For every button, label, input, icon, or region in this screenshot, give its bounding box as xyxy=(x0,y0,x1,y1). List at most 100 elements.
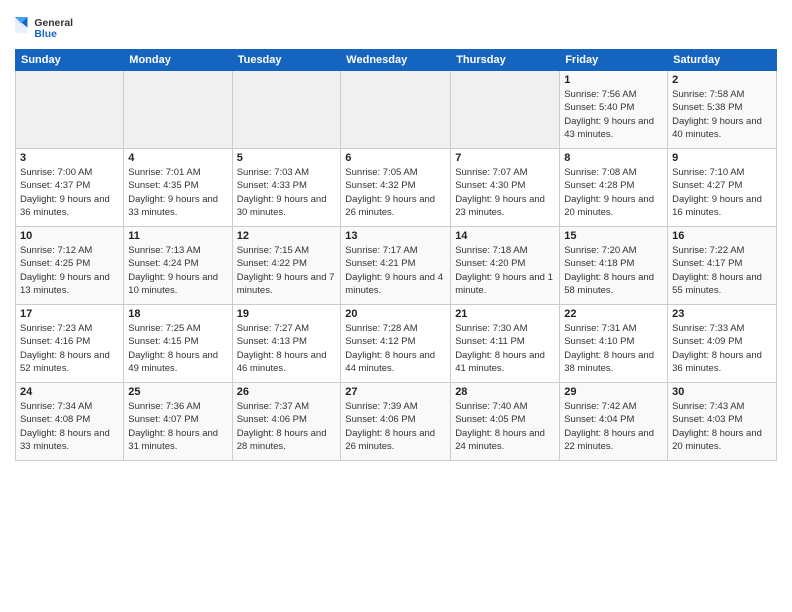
day-info: Sunrise: 7:20 AM Sunset: 4:18 PM Dayligh… xyxy=(564,244,663,297)
day-cell xyxy=(232,71,341,149)
day-number: 15 xyxy=(564,230,663,242)
day-info: Sunrise: 7:36 AM Sunset: 4:07 PM Dayligh… xyxy=(128,400,227,453)
day-info: Sunrise: 7:17 AM Sunset: 4:21 PM Dayligh… xyxy=(345,244,446,297)
day-info: Sunrise: 7:43 AM Sunset: 4:03 PM Dayligh… xyxy=(672,400,772,453)
logo-icon: GeneralBlue xyxy=(15,10,105,45)
week-row-3: 17 Sunrise: 7:23 AM Sunset: 4:16 PM Dayli… xyxy=(16,305,777,383)
day-number: 22 xyxy=(564,308,663,320)
day-info: Sunrise: 7:01 AM Sunset: 4:35 PM Dayligh… xyxy=(128,166,227,219)
day-cell xyxy=(16,71,124,149)
day-cell: 5 Sunrise: 7:03 AM Sunset: 4:33 PM Daylig… xyxy=(232,149,341,227)
weekday-header-saturday: Saturday xyxy=(668,50,777,71)
day-cell: 11 Sunrise: 7:13 AM Sunset: 4:24 PM Dayli… xyxy=(124,227,232,305)
week-row-1: 3 Sunrise: 7:00 AM Sunset: 4:37 PM Daylig… xyxy=(16,149,777,227)
day-info: Sunrise: 7:08 AM Sunset: 4:28 PM Dayligh… xyxy=(564,166,663,219)
day-cell xyxy=(341,71,451,149)
main-container: GeneralBlue SundayMondayTuesdayWednesday… xyxy=(0,0,792,466)
day-number: 30 xyxy=(672,386,772,398)
day-cell: 8 Sunrise: 7:08 AM Sunset: 4:28 PM Daylig… xyxy=(560,149,668,227)
week-row-4: 24Sunrise: 7:34 AM Sunset: 4:08 PM Dayli… xyxy=(16,383,777,461)
day-number: 25 xyxy=(128,386,227,398)
day-number: 24 xyxy=(20,386,119,398)
day-number: 19 xyxy=(237,308,337,320)
day-number: 9 xyxy=(672,152,772,164)
weekday-header-sunday: Sunday xyxy=(16,50,124,71)
day-cell: 3 Sunrise: 7:00 AM Sunset: 4:37 PM Daylig… xyxy=(16,149,124,227)
day-number: 5 xyxy=(237,152,337,164)
day-cell: 6 Sunrise: 7:05 AM Sunset: 4:32 PM Daylig… xyxy=(341,149,451,227)
day-number: 3 xyxy=(20,152,119,164)
day-cell: 18 Sunrise: 7:25 AM Sunset: 4:15 PM Dayli… xyxy=(124,305,232,383)
day-cell: 17 Sunrise: 7:23 AM Sunset: 4:16 PM Dayli… xyxy=(16,305,124,383)
weekday-header-thursday: Thursday xyxy=(451,50,560,71)
weekday-header-wednesday: Wednesday xyxy=(341,50,451,71)
day-cell: 21Sunrise: 7:30 AM Sunset: 4:11 PM Dayli… xyxy=(451,305,560,383)
day-info: Sunrise: 7:39 AM Sunset: 4:06 PM Dayligh… xyxy=(345,400,446,453)
week-row-0: 1 Sunrise: 7:56 AM Sunset: 5:40 PM Daylig… xyxy=(16,71,777,149)
day-cell: 15 Sunrise: 7:20 AM Sunset: 4:18 PM Dayli… xyxy=(560,227,668,305)
day-info: Sunrise: 7:03 AM Sunset: 4:33 PM Dayligh… xyxy=(237,166,337,219)
day-cell: 29 Sunrise: 7:42 AM Sunset: 4:04 PM Dayli… xyxy=(560,383,668,461)
day-cell: 14Sunrise: 7:18 AM Sunset: 4:20 PM Dayli… xyxy=(451,227,560,305)
day-number: 28 xyxy=(455,386,555,398)
day-info: Sunrise: 7:07 AM Sunset: 4:30 PM Dayligh… xyxy=(455,166,555,219)
weekday-header-friday: Friday xyxy=(560,50,668,71)
day-info: Sunrise: 7:37 AM Sunset: 4:06 PM Dayligh… xyxy=(237,400,337,453)
day-info: Sunrise: 7:05 AM Sunset: 4:32 PM Dayligh… xyxy=(345,166,446,219)
day-cell: 7 Sunrise: 7:07 AM Sunset: 4:30 PM Daylig… xyxy=(451,149,560,227)
weekday-header-row: SundayMondayTuesdayWednesdayThursdayFrid… xyxy=(16,50,777,71)
header: GeneralBlue xyxy=(15,10,777,45)
day-info: Sunrise: 7:23 AM Sunset: 4:16 PM Dayligh… xyxy=(20,322,119,375)
day-info: Sunrise: 7:56 AM Sunset: 5:40 PM Dayligh… xyxy=(564,88,663,141)
day-info: Sunrise: 7:31 AM Sunset: 4:10 PM Dayligh… xyxy=(564,322,663,375)
day-cell: 10 Sunrise: 7:12 AM Sunset: 4:25 PM Dayli… xyxy=(16,227,124,305)
day-number: 10 xyxy=(20,230,119,242)
day-cell: 2Sunrise: 7:58 AM Sunset: 5:38 PM Daylig… xyxy=(668,71,777,149)
day-cell: 13 Sunrise: 7:17 AM Sunset: 4:21 PM Dayli… xyxy=(341,227,451,305)
day-info: Sunrise: 7:25 AM Sunset: 4:15 PM Dayligh… xyxy=(128,322,227,375)
day-number: 13 xyxy=(345,230,446,242)
day-number: 27 xyxy=(345,386,446,398)
day-number: 12 xyxy=(237,230,337,242)
day-cell: 23 Sunrise: 7:33 AM Sunset: 4:09 PM Dayli… xyxy=(668,305,777,383)
day-cell: 4Sunrise: 7:01 AM Sunset: 4:35 PM Daylig… xyxy=(124,149,232,227)
day-number: 20 xyxy=(345,308,446,320)
day-number: 18 xyxy=(128,308,227,320)
day-cell: 20Sunrise: 7:28 AM Sunset: 4:12 PM Dayli… xyxy=(341,305,451,383)
logo: GeneralBlue xyxy=(15,10,105,45)
day-number: 26 xyxy=(237,386,337,398)
day-info: Sunrise: 7:30 AM Sunset: 4:11 PM Dayligh… xyxy=(455,322,555,375)
day-info: Sunrise: 7:27 AM Sunset: 4:13 PM Dayligh… xyxy=(237,322,337,375)
day-info: Sunrise: 7:13 AM Sunset: 4:24 PM Dayligh… xyxy=(128,244,227,297)
day-cell: 16Sunrise: 7:22 AM Sunset: 4:17 PM Dayli… xyxy=(668,227,777,305)
day-cell: 27 Sunrise: 7:39 AM Sunset: 4:06 PM Dayli… xyxy=(341,383,451,461)
day-info: Sunrise: 7:22 AM Sunset: 4:17 PM Dayligh… xyxy=(672,244,772,297)
day-cell: 28 Sunrise: 7:40 AM Sunset: 4:05 PM Dayli… xyxy=(451,383,560,461)
day-number: 11 xyxy=(128,230,227,242)
day-cell xyxy=(124,71,232,149)
day-number: 8 xyxy=(564,152,663,164)
day-cell: 26 Sunrise: 7:37 AM Sunset: 4:06 PM Dayli… xyxy=(232,383,341,461)
day-info: Sunrise: 7:58 AM Sunset: 5:38 PM Dayligh… xyxy=(672,88,772,141)
day-cell: 25 Sunrise: 7:36 AM Sunset: 4:07 PM Dayli… xyxy=(124,383,232,461)
day-info: Sunrise: 7:42 AM Sunset: 4:04 PM Dayligh… xyxy=(564,400,663,453)
day-cell xyxy=(451,71,560,149)
day-cell: 30 Sunrise: 7:43 AM Sunset: 4:03 PM Dayli… xyxy=(668,383,777,461)
day-cell: 1 Sunrise: 7:56 AM Sunset: 5:40 PM Daylig… xyxy=(560,71,668,149)
day-number: 29 xyxy=(564,386,663,398)
day-number: 17 xyxy=(20,308,119,320)
weekday-header-tuesday: Tuesday xyxy=(232,50,341,71)
day-info: Sunrise: 7:00 AM Sunset: 4:37 PM Dayligh… xyxy=(20,166,119,219)
day-number: 7 xyxy=(455,152,555,164)
day-cell: 22 Sunrise: 7:31 AM Sunset: 4:10 PM Dayli… xyxy=(560,305,668,383)
day-info: Sunrise: 7:40 AM Sunset: 4:05 PM Dayligh… xyxy=(455,400,555,453)
day-number: 1 xyxy=(564,74,663,86)
day-number: 6 xyxy=(345,152,446,164)
day-number: 14 xyxy=(455,230,555,242)
day-info: Sunrise: 7:12 AM Sunset: 4:25 PM Dayligh… xyxy=(20,244,119,297)
day-cell: 19 Sunrise: 7:27 AM Sunset: 4:13 PM Dayli… xyxy=(232,305,341,383)
day-info: Sunrise: 7:33 AM Sunset: 4:09 PM Dayligh… xyxy=(672,322,772,375)
day-cell: 24Sunrise: 7:34 AM Sunset: 4:08 PM Dayli… xyxy=(16,383,124,461)
day-number: 23 xyxy=(672,308,772,320)
week-row-2: 10 Sunrise: 7:12 AM Sunset: 4:25 PM Dayli… xyxy=(16,227,777,305)
